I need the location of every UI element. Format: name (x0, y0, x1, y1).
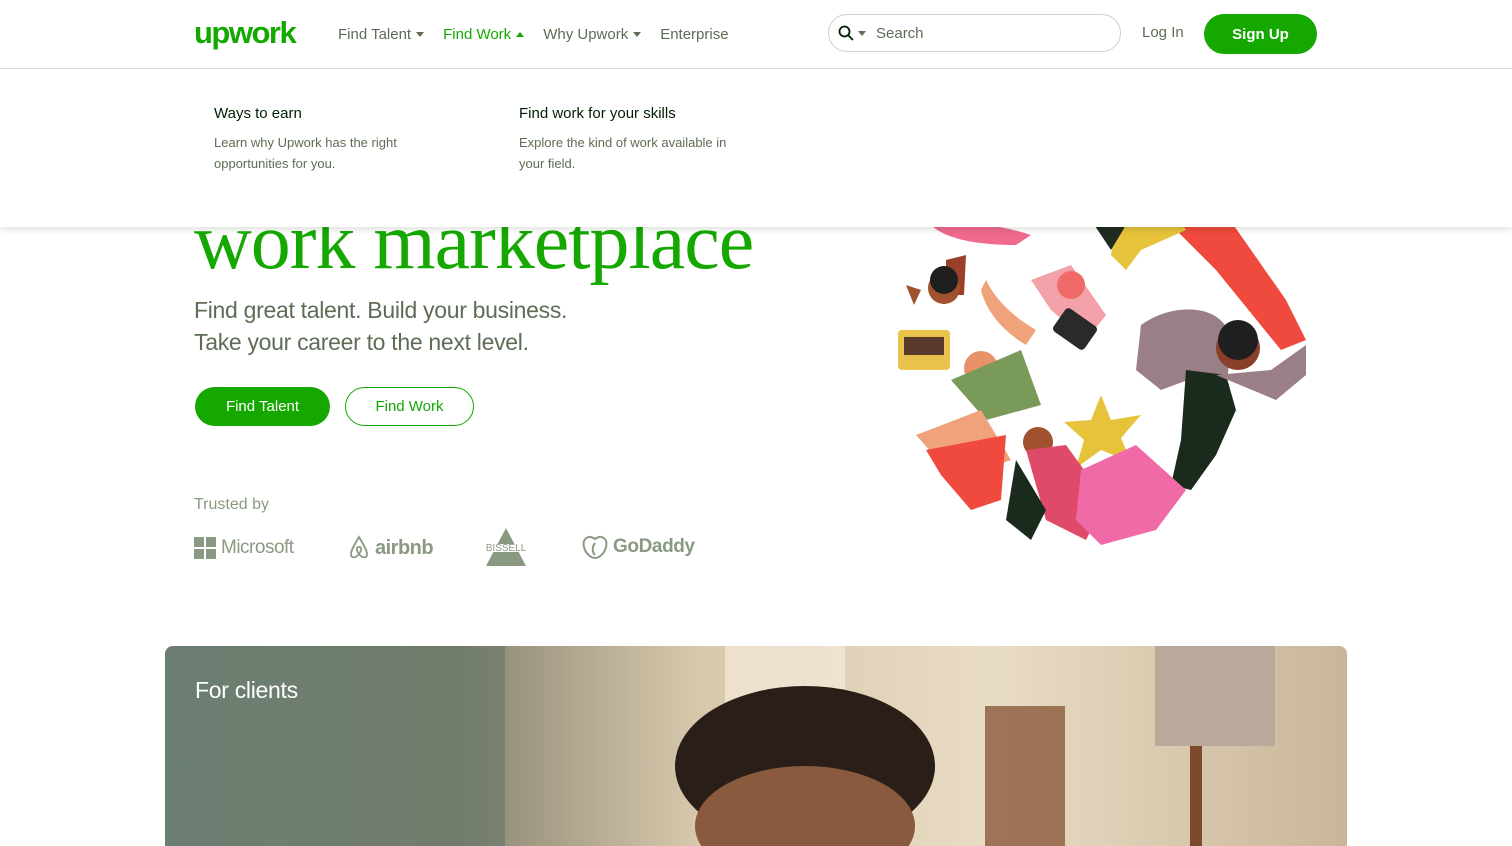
search-type-toggle[interactable] (838, 25, 866, 41)
find-work-button[interactable]: Find Work (345, 387, 474, 426)
nav-find-talent[interactable]: Find Talent (338, 25, 425, 43)
nav-find-talent-label: Find Talent (338, 25, 412, 43)
nav-find-work-label: Find Work (443, 25, 512, 43)
brand-name: airbnb (375, 536, 434, 559)
nav-why-upwork[interactable]: Why Upwork (543, 25, 642, 43)
hero-illustration (898, 200, 1308, 560)
search-icon (838, 25, 854, 41)
godaddy-logo: GoDaddy (582, 535, 695, 559)
clients-photo (165, 646, 1347, 846)
search-input[interactable] (876, 24, 1096, 42)
godaddy-icon (582, 536, 608, 559)
logo-text: upwork (194, 16, 297, 50)
dropdown-item-desc: Learn why Upwork has the right opportuni… (214, 135, 397, 171)
upwork-logo[interactable]: upwork (194, 16, 300, 52)
dropdown-item-ways-to-earn[interactable]: Ways to earn Learn why Upwork has the ri… (214, 105, 414, 174)
microsoft-grid-icon (194, 537, 216, 559)
airbnb-icon (350, 535, 368, 559)
brand-name: Microsoft (221, 537, 294, 558)
find-talent-button[interactable]: Find Talent (195, 387, 330, 426)
dropdown-item-find-work-skills[interactable]: Find work for your skills Explore the ki… (519, 105, 739, 174)
chevron-up-icon (516, 31, 525, 37)
nav-enterprise-label: Enterprise (660, 25, 729, 43)
hero-subtitle-line1: Find great talent. Build your business. (194, 297, 568, 323)
brand-name: BISSELL (486, 543, 527, 554)
chevron-down-icon (416, 31, 425, 37)
nav-enterprise[interactable]: Enterprise (660, 26, 728, 43)
trusted-by-label: Trusted by (194, 496, 269, 513)
signup-button[interactable]: Sign Up (1204, 14, 1317, 54)
main-nav: Find Talent Find Work Why Upwork Enterpr… (338, 0, 748, 68)
chevron-down-icon (858, 30, 866, 36)
microsoft-logo: Microsoft (194, 537, 294, 559)
for-clients-card[interactable]: For clients (165, 646, 1347, 846)
chevron-down-icon (633, 31, 642, 37)
find-work-dropdown: Ways to earn Learn why Upwork has the ri… (0, 69, 1512, 227)
dropdown-item-title: Ways to earn (214, 105, 302, 122)
for-clients-label: For clients (195, 677, 298, 703)
bissell-icon: BISSELL (478, 528, 534, 566)
search-box (828, 14, 1121, 52)
hero-subtitle: Find great talent. Build your business. … (194, 294, 567, 358)
dropdown-item-title: Find work for your skills (519, 105, 676, 122)
nav-find-work[interactable]: Find Work (443, 25, 525, 43)
login-link[interactable]: Log In (1142, 24, 1184, 41)
hero-subtitle-line2: Take your career to the next level. (194, 329, 529, 355)
brand-name: GoDaddy (613, 536, 695, 557)
nav-why-upwork-label: Why Upwork (543, 25, 629, 43)
site-header: upwork Find Talent Find Work Why Upwork … (0, 0, 1512, 69)
bissell-logo: BISSELL (478, 528, 534, 566)
airbnb-logo: airbnb (348, 535, 434, 561)
dropdown-item-desc: Explore the kind of work available in yo… (519, 135, 727, 171)
trusted-logos: Microsoft airbnb BISSELL GoDaddy (194, 526, 714, 570)
